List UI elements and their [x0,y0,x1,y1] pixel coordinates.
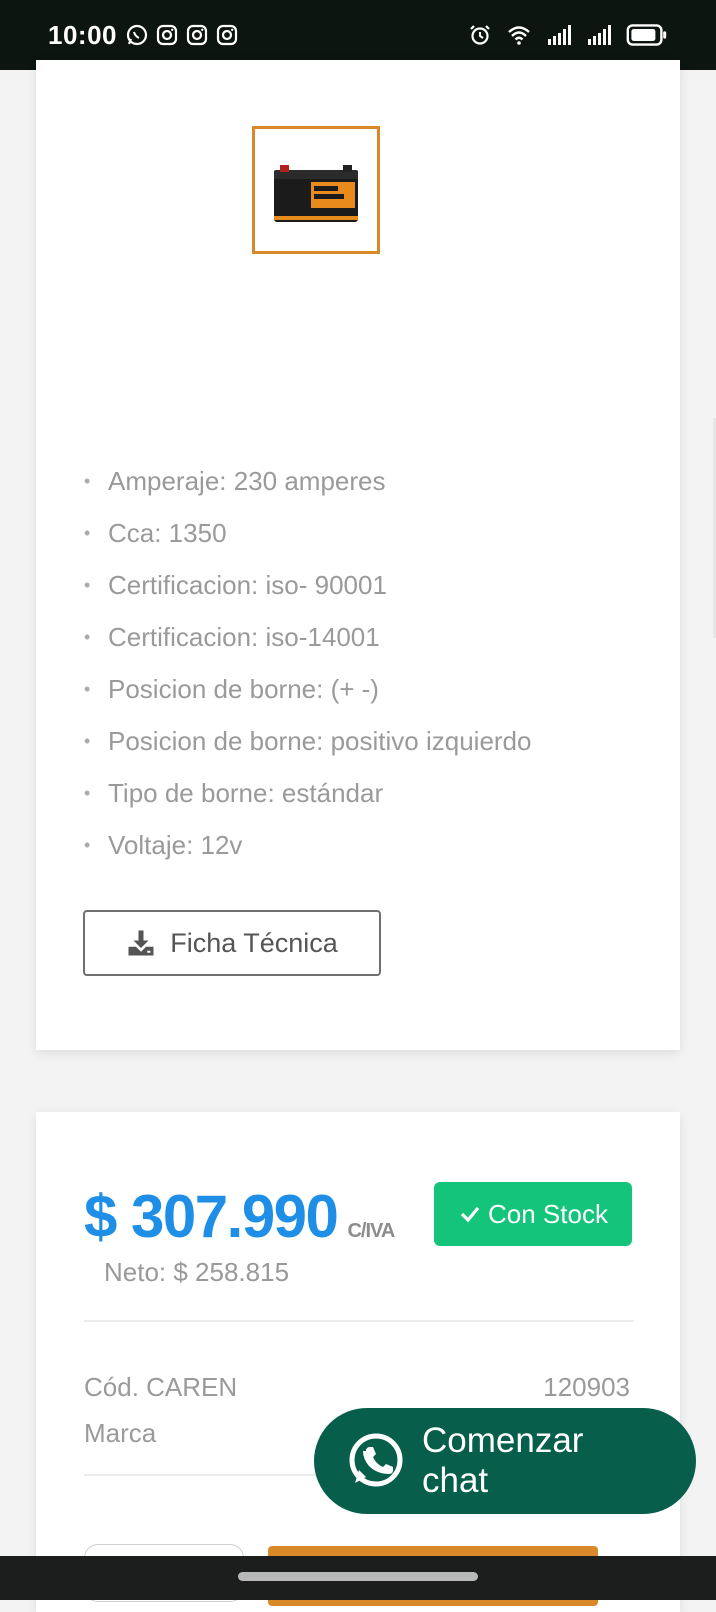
check-icon [460,1206,480,1223]
signal-icon [588,25,611,45]
tax-suffix: C/IVA [347,1220,395,1242]
spec-item: • Posicion de borne: positivo izquierdo [84,726,532,756]
divider [84,1320,634,1322]
stock-badge: Con Stock [434,1182,632,1246]
download-icon [128,930,154,956]
neto-price: Neto: $ 258.815 [104,1257,290,1287]
ficha-tecnica-button[interactable]: Ficha Técnica [83,910,381,976]
spec-item: • Cca: 1350 [84,518,227,548]
spec-item: • Certificacion: iso-14001 [84,622,380,652]
whatsapp-icon [126,24,148,46]
product-thumbnail[interactable] [252,126,380,254]
ficha-tecnica-label: Ficha Técnica [170,927,338,958]
instagram-icon [156,24,178,46]
home-gesture-handle[interactable] [238,1572,478,1581]
signal-icon [548,25,571,45]
instagram-icon [216,24,238,46]
brand-label: Marca [84,1418,157,1448]
wifi-icon [508,26,530,45]
whatsapp-icon [349,1433,403,1487]
whatsapp-chat-button[interactable]: Comenzar chat [314,1408,696,1514]
status-time: 10:00 [48,19,117,50]
code-value: 120903 [543,1372,630,1402]
pricing-card: $ 307.990 C/IVA Con Stock Neto: $ 258.81… [36,1112,680,1612]
spec-item: • Tipo de borne: estándar [84,778,384,808]
code-label: Cód. CAREN [84,1372,238,1402]
battery-icon [626,24,667,46]
instagram-icon [186,24,208,46]
product-details-card: • Amperaje: 230 amperes • Cca: 1350 • Certi… [36,60,680,1050]
spec-item: • Voltaje: 12v [84,830,243,860]
stock-label: Con Stock [488,1198,608,1229]
whatsapp-chat-label: Comenzar chat [422,1421,584,1500]
navigation-bar [0,1556,716,1600]
alarm-icon [470,25,490,45]
battery-product-image [274,165,358,222]
spec-list: • Amperaje: 230 amperes • Cca: 1350 • Certi… [84,455,531,871]
price: $ 307.990 [84,1183,339,1250]
spec-item: • Certificacion: iso- 90001 [84,570,387,600]
spec-item: • Amperaje: 230 amperes [84,466,386,496]
spec-item: • Posicion de borne: (+ -) [84,674,379,704]
